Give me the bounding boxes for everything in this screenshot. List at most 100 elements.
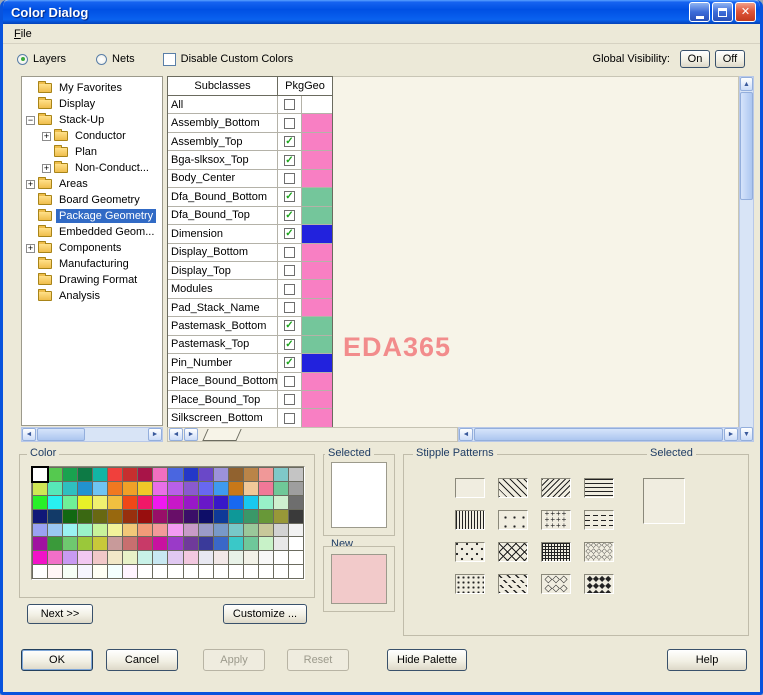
layers-radio[interactable]: Layers [17, 53, 66, 65]
visibility-checkbox[interactable] [284, 99, 295, 111]
stipple-pattern-diamond-lattice[interactable] [498, 542, 528, 562]
palette-color[interactable] [153, 481, 168, 495]
layer-color-swatch[interactable] [302, 280, 332, 298]
palette-color[interactable] [48, 565, 63, 578]
tree-horizontal-scrollbar[interactable]: ◄ ► [21, 427, 163, 442]
palette-color[interactable] [78, 468, 93, 481]
scrollbar-thumb[interactable] [740, 92, 753, 200]
visibility-cell[interactable]: ✓ [278, 132, 302, 151]
visibility-checkbox[interactable] [284, 375, 295, 387]
visibility-cell[interactable] [278, 391, 302, 409]
palette-color[interactable] [168, 495, 183, 509]
tree-item-label[interactable]: Package Geometry [56, 209, 157, 223]
palette-color[interactable] [33, 523, 48, 537]
palette-color[interactable] [243, 551, 258, 565]
palette-color[interactable] [288, 481, 303, 495]
palette-color[interactable] [228, 468, 243, 481]
palette-color[interactable] [123, 509, 138, 523]
palette-color[interactable] [108, 495, 123, 509]
palette-color[interactable] [198, 551, 213, 565]
tree-item[interactable]: + Components [22, 240, 162, 256]
palette-color[interactable] [243, 481, 258, 495]
palette-color[interactable] [243, 537, 258, 551]
visibility-checkbox[interactable] [284, 412, 295, 424]
palette-color[interactable] [258, 509, 273, 523]
layer-color-swatch[interactable] [302, 372, 332, 390]
visibility-checkbox[interactable] [284, 283, 295, 295]
palette-color[interactable] [153, 523, 168, 537]
scroll-down-icon[interactable]: ▼ [740, 427, 753, 441]
palette-color[interactable] [273, 537, 288, 551]
palette-color[interactable] [48, 509, 63, 523]
palette-color[interactable] [78, 509, 93, 523]
palette-color[interactable] [153, 468, 168, 481]
palette-color[interactable] [63, 565, 78, 578]
customize-button[interactable]: Customize ... [223, 604, 307, 624]
layer-color-swatch[interactable] [302, 188, 332, 206]
stipple-pattern-cross-hatch-diamonds[interactable]: ◇◇◇◇◇◇◇◇◇◇◇◇◇◇◇◇◇◇◇◇◇◇◇◇ [541, 574, 571, 594]
subclass-name[interactable]: Bga-slksox_Top [168, 151, 278, 169]
title-bar[interactable]: Color Dialog ✕ [3, 0, 760, 24]
palette-color[interactable] [228, 481, 243, 495]
palette-color[interactable] [33, 481, 48, 495]
visibility-checkbox[interactable] [284, 246, 295, 258]
palette-color[interactable] [33, 565, 48, 578]
subclass-name[interactable]: Assembly_Top [168, 132, 278, 151]
palette-color[interactable] [183, 537, 198, 551]
subclass-name[interactable]: Display_Top [168, 261, 278, 280]
palette-color[interactable] [273, 523, 288, 537]
palette-color[interactable] [258, 537, 273, 551]
tree-item[interactable]: Drawing Format [22, 272, 162, 288]
cancel-button[interactable]: Cancel [106, 649, 178, 671]
palette-color[interactable] [108, 468, 123, 481]
palette-color[interactable] [63, 468, 78, 481]
palette-color[interactable] [138, 509, 153, 523]
visibility-checkbox-checked[interactable]: ✓ [284, 338, 295, 350]
stipple-pattern-fine-grid[interactable] [541, 542, 571, 562]
scroll-left-icon[interactable]: ◄ [459, 428, 473, 441]
subclass-name[interactable]: All [168, 96, 278, 114]
palette-color[interactable] [228, 509, 243, 523]
palette-color[interactable] [93, 537, 108, 551]
palette-color[interactable] [288, 565, 303, 578]
palette-color[interactable] [228, 551, 243, 565]
palette-color[interactable] [213, 468, 228, 481]
palette-color[interactable] [213, 537, 228, 551]
palette-color[interactable] [228, 565, 243, 578]
tree-item-label[interactable]: My Favorites [56, 81, 125, 95]
palette-color[interactable] [63, 481, 78, 495]
palette-color[interactable] [63, 551, 78, 565]
tree-item-label[interactable]: Non-Conduct... [72, 161, 152, 175]
visibility-cell[interactable]: ✓ [278, 206, 302, 225]
palette-color[interactable] [243, 495, 258, 509]
disable-custom-colors-checkbox[interactable]: Disable Custom Colors [162, 52, 293, 66]
layer-color-swatch[interactable] [302, 206, 332, 225]
tree-item[interactable]: + Conductor [22, 128, 162, 144]
layer-color-swatch[interactable] [302, 225, 332, 243]
palette-color[interactable] [183, 565, 198, 578]
palette-color[interactable] [108, 565, 123, 578]
layer-color-swatch[interactable] [302, 151, 332, 169]
palette-color[interactable] [273, 481, 288, 495]
visibility-checkbox[interactable] [284, 117, 295, 129]
palette-color[interactable] [183, 481, 198, 495]
visibility-cell[interactable] [278, 280, 302, 298]
visibility-checkbox-checked[interactable]: ✓ [284, 228, 295, 240]
tree-item-label[interactable]: Areas [56, 177, 91, 191]
visibility-cell[interactable] [278, 409, 302, 427]
stipple-pattern-diagonal-slash-lines[interactable] [541, 478, 571, 498]
palette-color[interactable] [213, 495, 228, 509]
subclass-name[interactable]: Dfa_Bound_Bottom [168, 188, 278, 206]
palette-color[interactable] [93, 509, 108, 523]
stipple-pattern-dense-dots[interactable] [455, 574, 485, 594]
palette-color[interactable] [258, 565, 273, 578]
tree-item-label[interactable]: Plan [72, 145, 100, 159]
visibility-cell[interactable] [278, 261, 302, 280]
palette-color[interactable] [63, 537, 78, 551]
palette-color[interactable] [168, 523, 183, 537]
visibility-checkbox[interactable] [284, 394, 295, 406]
palette-color[interactable] [258, 481, 273, 495]
palette-color[interactable] [63, 523, 78, 537]
expand-plus-icon[interactable]: + [42, 163, 51, 173]
palette-color[interactable] [228, 537, 243, 551]
